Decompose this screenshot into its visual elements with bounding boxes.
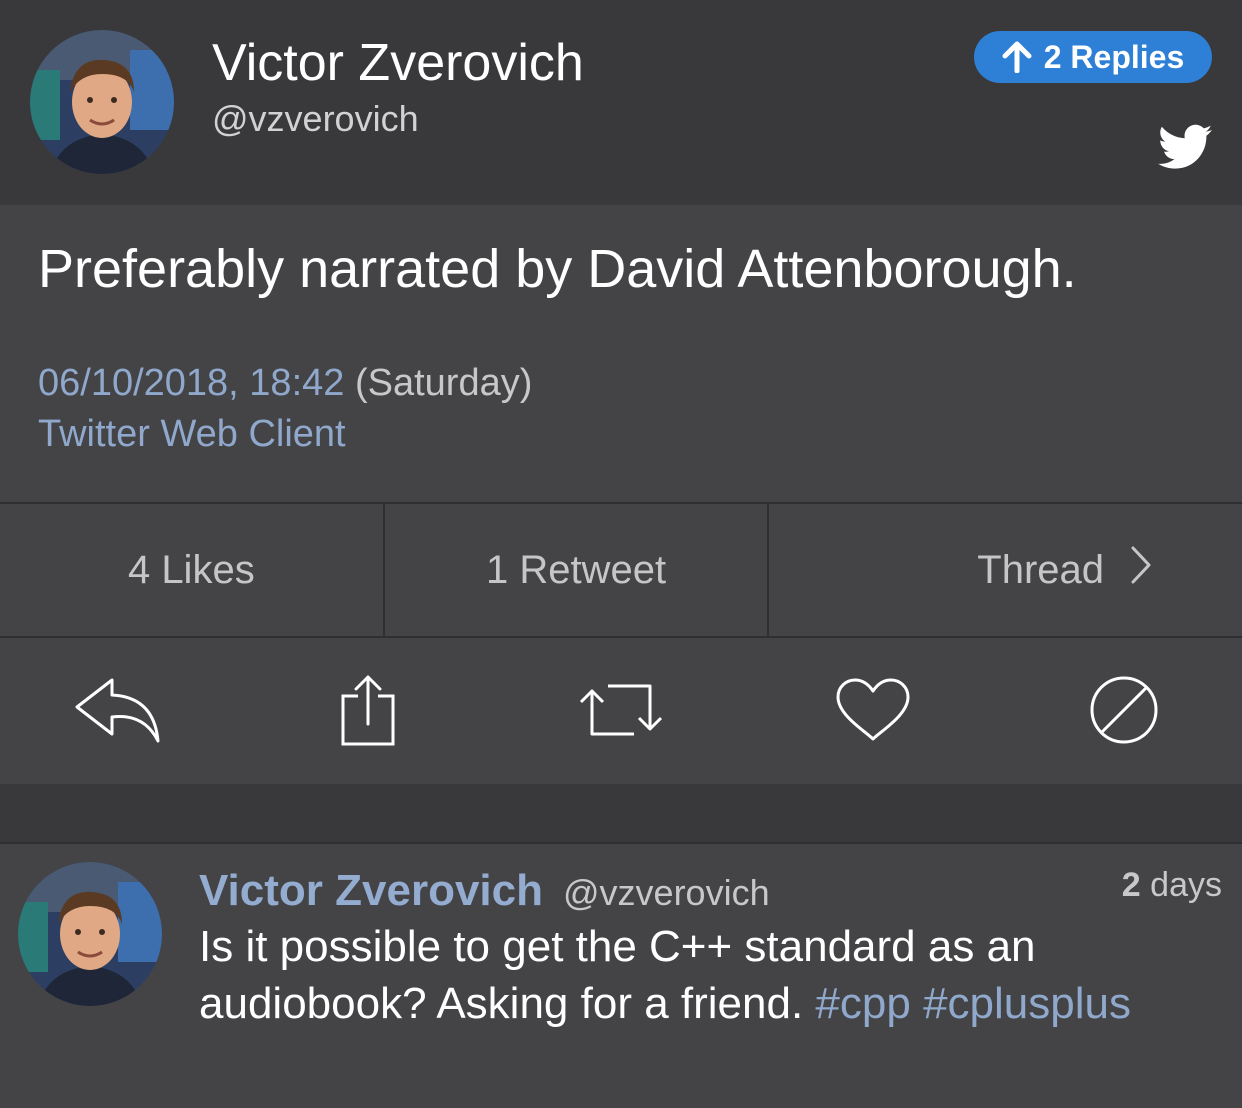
retweets-count[interactable]: 1 Retweet bbox=[385, 504, 770, 636]
author-handle[interactable]: @vzverovich bbox=[212, 98, 419, 140]
likes-label: 4 Likes bbox=[127, 547, 255, 592]
parent-author-handle: @vzverovich bbox=[563, 872, 770, 913]
stats-bar: 4 Likes 1 Retweet Thread bbox=[0, 502, 1242, 638]
tweet-text: Preferably narrated by David Attenboroug… bbox=[38, 239, 1077, 299]
tweet-weekday: (Saturday) bbox=[354, 362, 533, 404]
likes-count[interactable]: 4 Likes bbox=[0, 504, 385, 636]
author-name[interactable]: Victor Zverovich bbox=[212, 33, 584, 93]
hashtag-link[interactable]: #cpp bbox=[815, 979, 910, 1028]
parent-text-body: Is it possible to get the C++ standard a… bbox=[199, 922, 1036, 1028]
parent-time-unit: days bbox=[1150, 866, 1222, 904]
like-icon[interactable] bbox=[818, 636, 928, 784]
parent-tweet[interactable]: Victor Zverovich @vzverovich 2 days Is i… bbox=[0, 842, 1242, 1108]
chevron-right-icon bbox=[1130, 545, 1152, 595]
parent-time-value: 2 bbox=[1121, 866, 1141, 904]
tweet-date[interactable]: 06/10/2018, 18:42 bbox=[38, 362, 344, 404]
share-icon[interactable] bbox=[316, 636, 420, 784]
hashtag-link[interactable]: #cplusplus bbox=[923, 979, 1131, 1028]
parent-timestamp: 2 days bbox=[1122, 866, 1222, 905]
parent-tweet-text: Is it possible to get the C++ standard a… bbox=[199, 918, 1219, 1032]
reply-icon[interactable] bbox=[62, 636, 172, 784]
section-separator bbox=[0, 784, 1242, 842]
mute-icon[interactable] bbox=[1072, 636, 1176, 784]
thread-label: Thread bbox=[977, 547, 1105, 592]
tweet-header: Victor Zverovich @vzverovich 2 Replies bbox=[0, 0, 1242, 205]
replies-label: 2 Replies bbox=[1043, 38, 1185, 75]
retweet-icon[interactable] bbox=[566, 636, 676, 784]
arrow-up-icon bbox=[1002, 41, 1032, 73]
twitter-bird-icon bbox=[1158, 124, 1212, 170]
replies-button[interactable]: 2 Replies bbox=[974, 31, 1212, 83]
tweet-client[interactable]: Twitter Web Client bbox=[38, 413, 346, 456]
action-bar bbox=[0, 636, 1242, 784]
parent-avatar[interactable] bbox=[18, 862, 162, 1006]
parent-author-name[interactable]: Victor Zverovich bbox=[199, 866, 543, 916]
thread-button[interactable]: Thread bbox=[769, 504, 1242, 636]
retweets-label: 1 Retweet bbox=[485, 547, 667, 592]
author-avatar[interactable] bbox=[30, 30, 174, 174]
tweet-timestamp: 06/10/2018, 18:42 (Saturday) bbox=[38, 362, 532, 405]
